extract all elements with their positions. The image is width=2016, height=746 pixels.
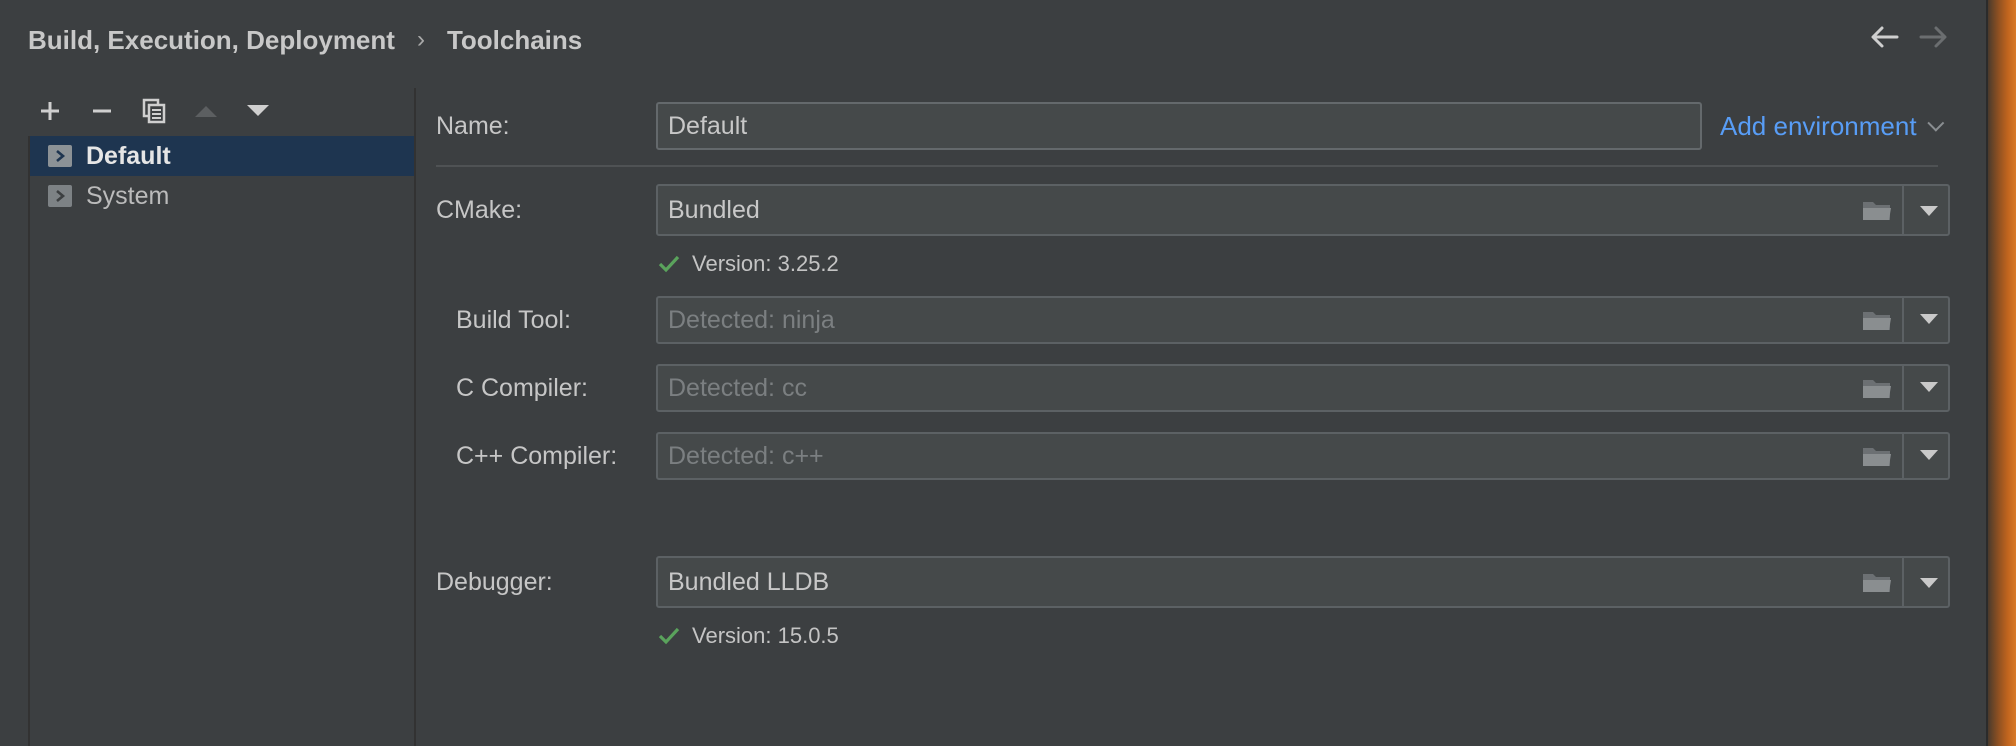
forward-button[interactable] bbox=[1916, 22, 1952, 58]
move-down-button[interactable] bbox=[238, 92, 278, 130]
dropdown-arrow-icon[interactable] bbox=[1920, 314, 1938, 324]
dropdown-separator bbox=[1902, 186, 1904, 234]
build-tool-label: Build Tool: bbox=[456, 306, 571, 334]
dropdown-arrow-icon[interactable] bbox=[1920, 578, 1938, 588]
move-up-icon bbox=[195, 106, 217, 117]
name-label: Name: bbox=[436, 112, 510, 140]
minus-icon bbox=[93, 109, 111, 113]
dropdown-separator bbox=[1902, 298, 1904, 342]
breadcrumb-parent[interactable]: Build, Execution, Deployment bbox=[28, 25, 395, 56]
arrow-right-icon bbox=[1919, 26, 1947, 48]
build-tool-field[interactable]: Detected: ninja bbox=[656, 296, 1950, 344]
desktop-background-strip bbox=[1988, 0, 2016, 746]
toolchain-icon bbox=[48, 185, 72, 207]
folder-icon[interactable] bbox=[1862, 570, 1892, 594]
toolchain-label: System bbox=[86, 181, 170, 210]
toolchain-item-default[interactable]: Default bbox=[30, 136, 416, 176]
debugger-version-text: Version: 15.0.5 bbox=[692, 623, 839, 648]
toolchain-list: Default System bbox=[28, 136, 416, 746]
breadcrumb: Build, Execution, Deployment › Toolchain… bbox=[28, 20, 582, 60]
dropdown-arrow-icon[interactable] bbox=[1920, 450, 1938, 460]
breadcrumb-current: Toolchains bbox=[446, 24, 583, 55]
cpp-compiler-placeholder: Detected: c++ bbox=[668, 442, 824, 470]
cpp-compiler-field[interactable]: Detected: c++ bbox=[656, 432, 1950, 480]
move-up-button[interactable] bbox=[186, 92, 226, 130]
copy-icon bbox=[142, 98, 166, 124]
cpp-compiler-label: C++ Compiler: bbox=[456, 442, 618, 470]
copy-toolchain-button[interactable] bbox=[134, 92, 174, 130]
folder-icon[interactable] bbox=[1862, 444, 1892, 468]
debugger-version: Version: 15.0.5 bbox=[658, 620, 839, 652]
dropdown-separator bbox=[1902, 434, 1904, 478]
section-separator bbox=[436, 165, 1938, 167]
checkmark-icon bbox=[658, 255, 680, 273]
debugger-value: Bundled LLDB bbox=[668, 568, 830, 596]
remove-toolchain-button[interactable] bbox=[82, 92, 122, 130]
add-toolchain-button[interactable] bbox=[30, 92, 70, 130]
cmake-label: CMake: bbox=[436, 196, 523, 224]
toolchain-item-system[interactable]: System bbox=[30, 176, 416, 216]
dropdown-arrow-icon[interactable] bbox=[1920, 206, 1938, 216]
debugger-field[interactable]: Bundled LLDB bbox=[656, 556, 1950, 608]
cmake-version: Version: 3.25.2 bbox=[658, 248, 839, 280]
panel-splitter[interactable] bbox=[414, 88, 416, 746]
dropdown-separator bbox=[1902, 366, 1904, 410]
folder-icon[interactable] bbox=[1862, 198, 1892, 222]
name-field[interactable]: Default bbox=[656, 102, 1702, 150]
cmake-version-text: Version: 3.25.2 bbox=[692, 251, 839, 276]
breadcrumb-separator: › bbox=[416, 26, 425, 53]
add-environment-link[interactable]: Add environment bbox=[1720, 106, 1944, 146]
arrow-left-icon bbox=[1871, 26, 1899, 48]
dropdown-separator bbox=[1902, 558, 1904, 606]
add-environment-label: Add environment bbox=[1720, 111, 1917, 141]
toolchain-icon bbox=[48, 145, 72, 167]
dropdown-arrow-icon[interactable] bbox=[1920, 382, 1938, 392]
plus-icon bbox=[41, 102, 59, 120]
checkmark-icon bbox=[658, 627, 680, 645]
back-button[interactable] bbox=[1866, 22, 1902, 58]
c-compiler-placeholder: Detected: cc bbox=[668, 374, 807, 402]
toolchain-label: Default bbox=[86, 141, 171, 170]
cmake-field[interactable]: Bundled bbox=[656, 184, 1950, 236]
c-compiler-label: C Compiler: bbox=[456, 374, 588, 402]
folder-icon[interactable] bbox=[1862, 308, 1892, 332]
chevron-down-icon bbox=[1926, 114, 1944, 132]
build-tool-placeholder: Detected: ninja bbox=[668, 306, 835, 334]
cmake-value: Bundled bbox=[668, 196, 760, 224]
move-down-icon bbox=[247, 105, 269, 116]
c-compiler-field[interactable]: Detected: cc bbox=[656, 364, 1950, 412]
folder-icon[interactable] bbox=[1862, 376, 1892, 400]
toolchain-list-toolbar bbox=[30, 92, 290, 130]
debugger-label: Debugger: bbox=[436, 568, 553, 596]
